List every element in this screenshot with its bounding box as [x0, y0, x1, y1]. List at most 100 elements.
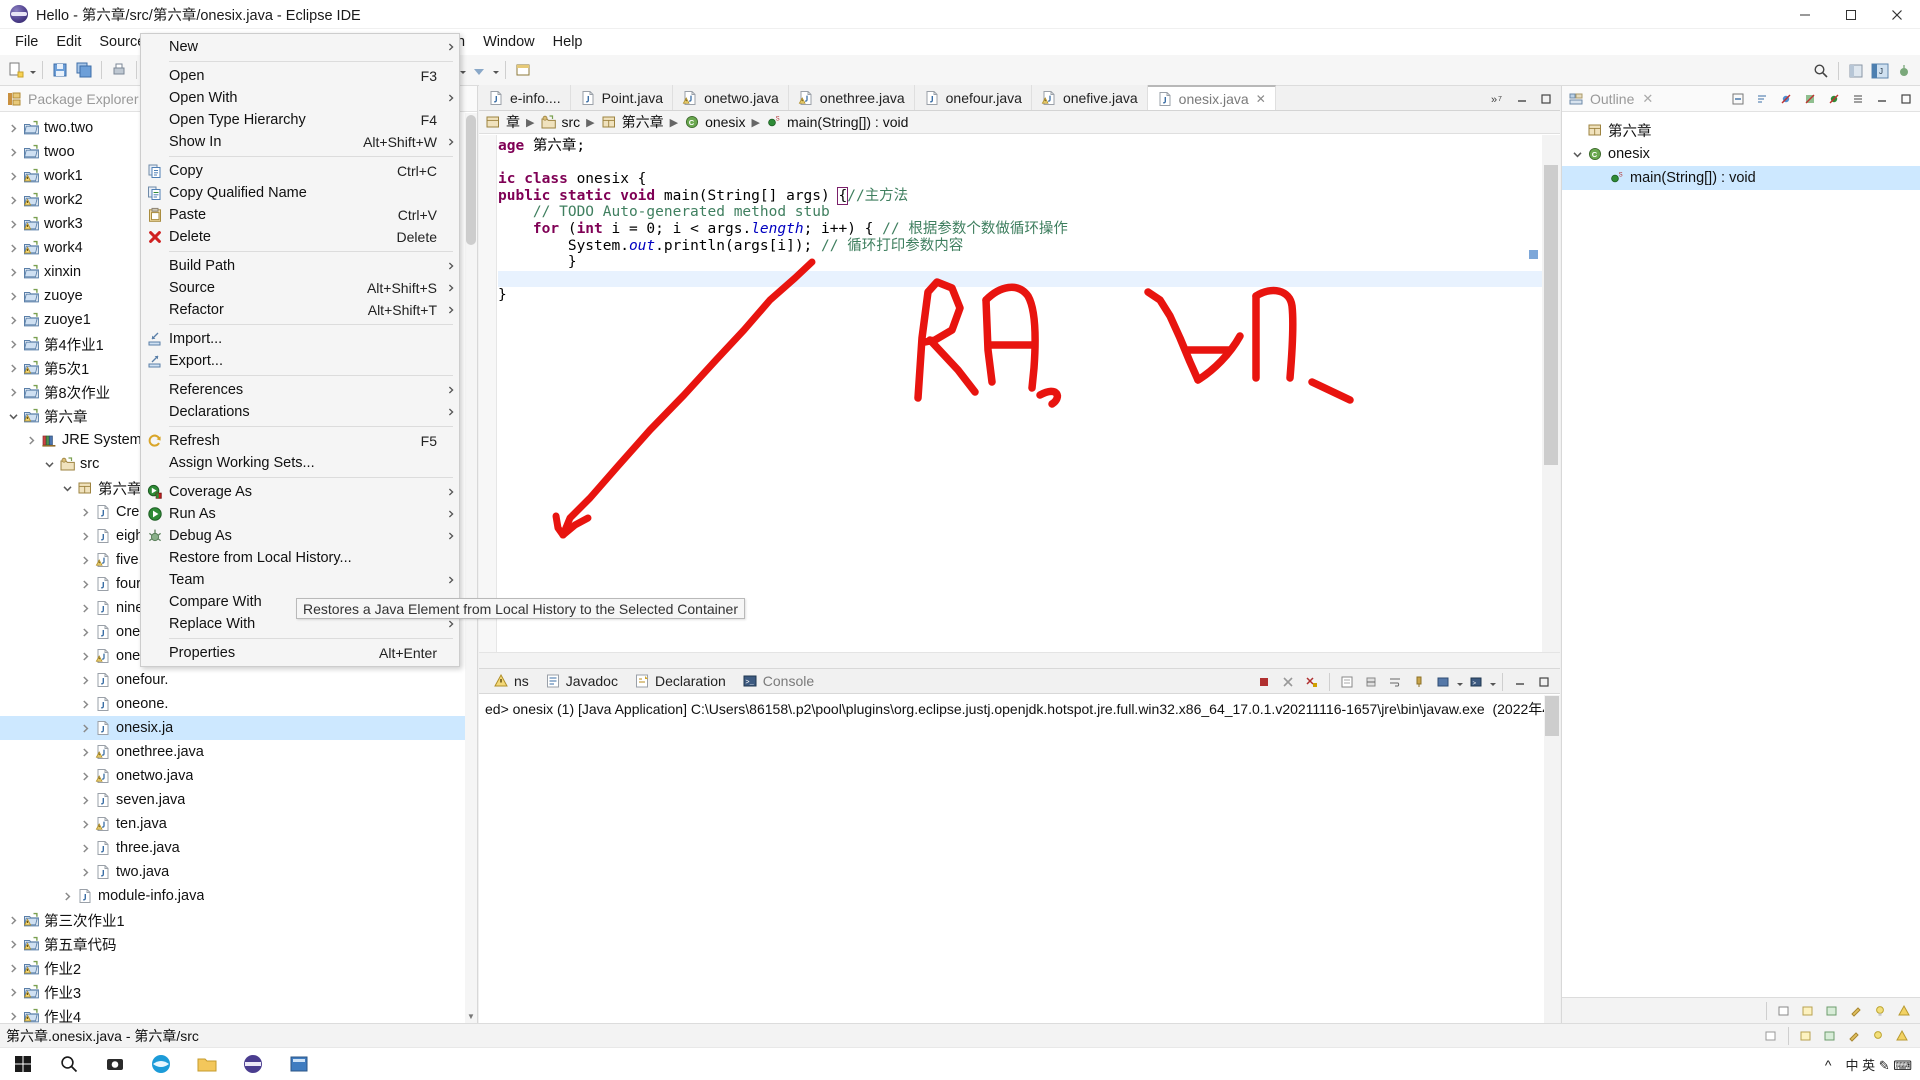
chevron-right-icon[interactable]	[6, 363, 21, 373]
chevron-right-icon[interactable]	[78, 507, 93, 517]
console-tab[interactable]: Declaration	[626, 673, 734, 689]
chevron-right-icon[interactable]	[6, 339, 21, 349]
editor-tab[interactable]: onesix.java ✕	[1147, 85, 1276, 110]
editor-tab[interactable]: e-info....	[479, 85, 571, 110]
search-icon[interactable]	[46, 1048, 92, 1080]
chevron-right-icon[interactable]	[78, 579, 93, 589]
scrollbar-thumb[interactable]	[466, 115, 476, 245]
editor-tab[interactable]: onefour.java	[914, 85, 1032, 110]
context-menu-item[interactable]: Copy Qualified Name	[141, 182, 459, 204]
terminate-icon[interactable]	[1253, 671, 1275, 693]
context-menu-item[interactable]: Copy Ctrl+C	[141, 160, 459, 182]
remove-launch-icon[interactable]	[1277, 671, 1299, 693]
context-menu-item[interactable]: Open With	[141, 87, 459, 109]
close-icon[interactable]: ✕	[1642, 91, 1653, 107]
chevron-right-icon[interactable]	[6, 291, 21, 301]
context-menu-item[interactable]: Build Path	[141, 255, 459, 277]
browser-icon[interactable]	[138, 1048, 184, 1080]
context-menu-item[interactable]: Coverage As	[141, 481, 459, 503]
chevron-right-icon[interactable]	[6, 219, 21, 229]
chevron-right-icon[interactable]	[78, 699, 93, 709]
chevron-down-icon[interactable]	[6, 412, 21, 421]
minimize-panel-icon[interactable]	[1871, 88, 1893, 110]
context-menu-item[interactable]: Export...	[141, 350, 459, 372]
editor-tab[interactable]: Point.java	[570, 85, 674, 110]
tray-expand-icon[interactable]: ^	[1825, 1057, 1832, 1073]
chevron-right-icon[interactable]	[78, 867, 93, 877]
chevron-right-icon[interactable]	[60, 891, 75, 901]
new-wizard-icon[interactable]	[5, 59, 27, 81]
open-console-icon[interactable]: >	[1465, 671, 1487, 693]
sort-icon[interactable]	[1751, 88, 1773, 110]
scrollbar-thumb[interactable]	[1545, 696, 1559, 736]
chevron-right-icon[interactable]	[6, 195, 21, 205]
maximize-editor-icon[interactable]	[1535, 88, 1557, 110]
tree-item[interactable]: 作业3	[0, 980, 465, 1004]
word-wrap-icon[interactable]	[1384, 671, 1406, 693]
context-menu-item[interactable]: Declarations	[141, 401, 459, 423]
context-menu-item[interactable]: Source Alt+Shift+S	[141, 277, 459, 299]
chevron-down-icon[interactable]	[1570, 150, 1585, 159]
java-perspective-icon[interactable]: J	[1869, 60, 1891, 82]
outline-tab[interactable]: Outline ✕	[1562, 86, 1920, 112]
close-icon[interactable]: ✕	[1256, 92, 1266, 106]
context-menu-item[interactable]: Debug As	[141, 525, 459, 547]
chevron-right-icon[interactable]	[6, 171, 21, 181]
tree-item[interactable]: two.java	[0, 860, 465, 884]
tab-list-icon[interactable]: » 7	[1487, 88, 1509, 110]
tree-item[interactable]: three.java	[0, 836, 465, 860]
scroll-down-icon[interactable]: ▼	[465, 1010, 477, 1023]
context-menu-item[interactable]: Run As	[141, 503, 459, 525]
tree-item[interactable]: 作业4	[0, 1004, 465, 1023]
outline-item[interactable]: Smain(String[]) : void	[1562, 166, 1920, 190]
console-tab[interactable]: >_ Console	[734, 673, 822, 689]
tree-item[interactable]: 作业2	[0, 956, 465, 980]
remove-all-icon[interactable]	[1301, 671, 1323, 693]
save-icon[interactable]	[49, 59, 71, 81]
package-explorer-scrollbar[interactable]: ▲ ▼	[465, 113, 477, 1023]
editor-tab[interactable]: onefive.java	[1031, 85, 1148, 110]
open-console-caret[interactable]	[1488, 671, 1497, 693]
save-all-icon[interactable]	[73, 59, 95, 81]
console-dropdown-caret[interactable]	[1455, 671, 1464, 693]
tree-item[interactable]: ten.java	[0, 812, 465, 836]
context-menu[interactable]: New Open F3 Open With Open Type Hierarchy F4 S…	[140, 33, 460, 667]
editor-horizontal-scrollbar[interactable]	[479, 652, 1560, 668]
tree-item[interactable]: onethree.java	[0, 740, 465, 764]
tree-item[interactable]: 第三次作业1	[0, 908, 465, 932]
eclipse-icon[interactable]	[230, 1048, 276, 1080]
chevron-right-icon[interactable]	[78, 555, 93, 565]
menu-edit[interactable]: Edit	[47, 31, 90, 53]
menu-window[interactable]: Window	[474, 31, 544, 53]
breadcrumb[interactable]: 章 ▶ src ▶ 第六章 ▶ Conesix ▶ Smain(String[]) : void	[479, 111, 1560, 134]
chevron-right-icon[interactable]	[78, 795, 93, 805]
breadcrumb-item[interactable]: src	[540, 114, 580, 130]
chevron-right-icon[interactable]	[78, 675, 93, 685]
chevron-right-icon[interactable]	[6, 939, 21, 949]
context-menu-item[interactable]: Delete Delete	[141, 226, 459, 248]
context-menu-item[interactable]: Open F3	[141, 65, 459, 87]
outline-tree[interactable]: 第六章 Conesix Smain(String[]) : void	[1562, 112, 1920, 190]
context-menu-item[interactable]: Assign Working Sets...	[141, 452, 459, 474]
tree-item[interactable]: 第五章代码	[0, 932, 465, 956]
next-annotation-icon[interactable]	[468, 59, 490, 81]
chevron-right-icon[interactable]	[78, 747, 93, 757]
maximize-panel-icon[interactable]	[1533, 671, 1555, 693]
close-button[interactable]	[1874, 0, 1920, 29]
app-icon[interactable]	[276, 1048, 322, 1080]
console-tab[interactable]: Javadoc	[537, 673, 626, 689]
context-menu-item[interactable]: Paste Ctrl+V	[141, 204, 459, 226]
console-scrollbar[interactable]	[1544, 695, 1560, 1023]
camera-icon[interactable]	[92, 1048, 138, 1080]
new-dropdown-caret[interactable]	[28, 59, 37, 81]
minimize-button[interactable]	[1782, 0, 1828, 29]
editor-tab[interactable]: onetwo.java	[673, 85, 789, 110]
debug-perspective-icon[interactable]	[1893, 60, 1915, 82]
hide-static-icon[interactable]	[1799, 88, 1821, 110]
tree-item[interactable]: module-info.java	[0, 884, 465, 908]
context-menu-item[interactable]: Refresh F5	[141, 430, 459, 452]
chevron-right-icon[interactable]	[78, 771, 93, 781]
chevron-right-icon[interactable]	[6, 315, 21, 325]
breadcrumb-item[interactable]: 第六章	[601, 112, 664, 132]
chevron-right-icon[interactable]	[6, 267, 21, 277]
